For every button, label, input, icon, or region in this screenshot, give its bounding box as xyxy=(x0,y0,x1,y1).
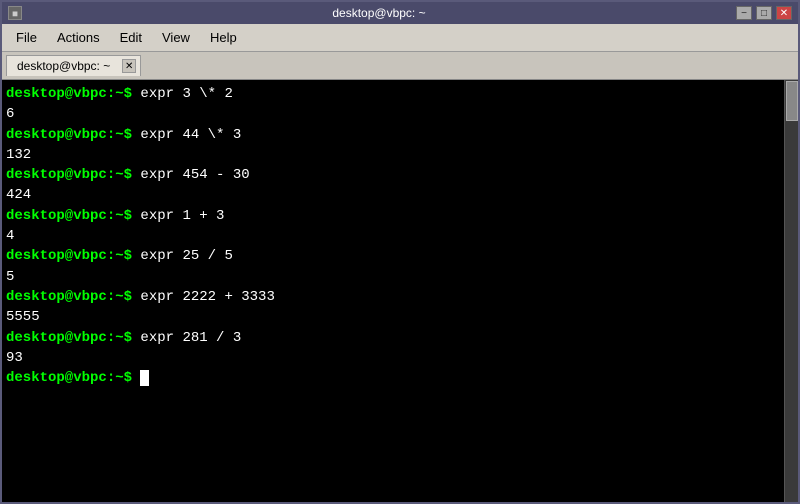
output-5: 5 xyxy=(6,267,794,287)
terminal-output: desktop@vbpc:~$ expr 3 \* 2 6 desktop@vb… xyxy=(6,84,794,388)
terminal-tab[interactable]: desktop@vbpc: ~ ✕ xyxy=(6,55,141,76)
prompt-2: desktop@vbpc:~$ xyxy=(6,127,132,143)
prompt-6: desktop@vbpc:~$ xyxy=(6,289,132,305)
menu-bar: File Actions Edit View Help xyxy=(2,24,798,52)
menu-edit[interactable]: Edit xyxy=(110,28,152,47)
terminal-line-3: desktop@vbpc:~$ expr 454 - 30 xyxy=(6,165,794,185)
menu-view[interactable]: View xyxy=(152,28,200,47)
maximize-button[interactable]: □ xyxy=(756,6,772,20)
menu-file[interactable]: File xyxy=(6,28,47,47)
terminal-line-4: desktop@vbpc:~$ expr 1 + 3 xyxy=(6,206,794,226)
prompt-7: desktop@vbpc:~$ xyxy=(6,330,132,346)
output-4: 4 xyxy=(6,226,794,246)
minimize-button[interactable]: − xyxy=(736,6,752,20)
tab-title: desktop@vbpc: ~ xyxy=(17,59,110,73)
prompt-current: desktop@vbpc:~$ xyxy=(6,370,132,386)
prompt-3: desktop@vbpc:~$ xyxy=(6,167,132,183)
prompt-1: desktop@vbpc:~$ xyxy=(6,86,132,102)
terminal-line-2: desktop@vbpc:~$ expr 44 \* 3 xyxy=(6,125,794,145)
window-title: desktop@vbpc: ~ xyxy=(22,6,736,20)
window-controls: − □ ✕ xyxy=(736,6,792,20)
output-6: 5555 xyxy=(6,307,794,327)
terminal-cursor xyxy=(140,370,149,386)
output-7: 93 xyxy=(6,348,794,368)
output-3: 424 xyxy=(6,185,794,205)
tab-bar: desktop@vbpc: ~ ✕ xyxy=(2,52,798,80)
output-1: 6 xyxy=(6,104,794,124)
close-button[interactable]: ✕ xyxy=(776,6,792,20)
terminal-window: ■ desktop@vbpc: ~ − □ ✕ File Actions Edi… xyxy=(0,0,800,504)
tab-close-button[interactable]: ✕ xyxy=(122,59,136,73)
terminal-line-7: desktop@vbpc:~$ expr 281 / 3 xyxy=(6,328,794,348)
scrollbar-thumb[interactable] xyxy=(786,81,798,121)
terminal-line-1: desktop@vbpc:~$ expr 3 \* 2 xyxy=(6,84,794,104)
prompt-4: desktop@vbpc:~$ xyxy=(6,208,132,224)
title-bar: ■ desktop@vbpc: ~ − □ ✕ xyxy=(2,2,798,24)
output-2: 132 xyxy=(6,145,794,165)
window-icon: ■ xyxy=(8,6,22,20)
menu-help[interactable]: Help xyxy=(200,28,247,47)
terminal-area[interactable]: desktop@vbpc:~$ expr 3 \* 2 6 desktop@vb… xyxy=(2,80,798,502)
terminal-line-5: desktop@vbpc:~$ expr 25 / 5 xyxy=(6,246,794,266)
menu-actions[interactable]: Actions xyxy=(47,28,110,47)
scrollbar[interactable] xyxy=(784,80,798,502)
terminal-line-current: desktop@vbpc:~$ xyxy=(6,368,794,388)
terminal-line-6: desktop@vbpc:~$ expr 2222 + 3333 xyxy=(6,287,794,307)
prompt-5: desktop@vbpc:~$ xyxy=(6,248,132,264)
